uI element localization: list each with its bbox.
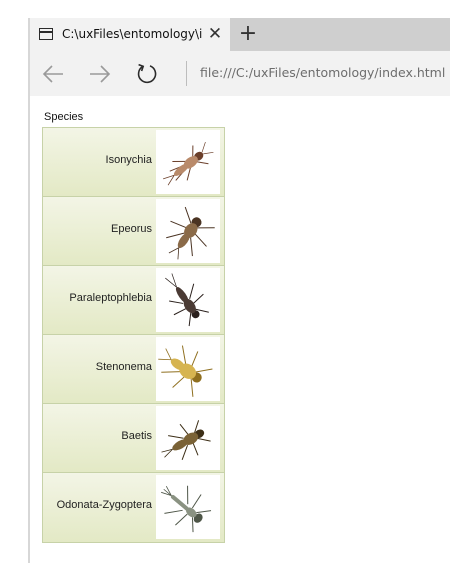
tab-close-icon[interactable]: ✕ <box>206 25 224 43</box>
species-name: Stenonema <box>95 361 152 373</box>
new-tab-button[interactable]: + <box>237 23 259 45</box>
species-name: Odonata-Zygoptera <box>56 499 152 511</box>
arrow-left-icon <box>42 65 63 83</box>
species-name: Baetis <box>121 430 152 442</box>
species-list-label: Species <box>44 111 84 123</box>
browser-tab[interactable]: C:\uxFiles\entomology\i ✕ <box>30 18 230 51</box>
page-content: Species Isonychia Epeorus Paraleptophleb… <box>30 96 450 563</box>
insect-icon <box>161 420 211 461</box>
species-photo <box>156 199 220 263</box>
species-photo <box>156 130 220 194</box>
insect-icon <box>165 273 209 327</box>
species-item-stenonema[interactable]: Stenonema <box>43 335 224 404</box>
address-bar[interactable]: file:///C:/uxFiles/entomology/index.html <box>200 65 445 80</box>
species-photo <box>156 475 220 539</box>
species-name: Isonychia <box>105 154 152 166</box>
species-photo <box>156 406 220 470</box>
insect-icon <box>161 485 212 533</box>
species-item-odonata-zygoptera[interactable]: Odonata-Zygoptera <box>43 473 224 542</box>
page-icon <box>39 28 53 40</box>
refresh-button[interactable] <box>134 61 160 87</box>
species-item-baetis[interactable]: Baetis <box>43 404 224 473</box>
species-item-isonychia[interactable]: Isonychia <box>43 128 224 197</box>
species-item-paraleptophlebia[interactable]: Paraleptophlebia <box>43 266 224 335</box>
species-name: Paraleptophlebia <box>69 292 152 304</box>
navigation-toolbar: file:///C:/uxFiles/entomology/index.html <box>30 51 450 96</box>
address-separator <box>186 61 187 86</box>
species-photo <box>156 337 220 401</box>
insect-icon <box>158 345 213 397</box>
tab-title: C:\uxFiles\entomology\i <box>62 27 202 41</box>
refresh-icon <box>137 63 157 84</box>
species-photo <box>156 268 220 332</box>
arrow-right-icon <box>90 65 111 83</box>
tab-bar: C:\uxFiles\entomology\i ✕ + <box>30 18 450 51</box>
insect-icon <box>166 206 215 260</box>
species-item-epeorus[interactable]: Epeorus <box>43 197 224 266</box>
forward-button[interactable] <box>87 61 113 87</box>
insect-icon <box>163 141 214 186</box>
species-list: Isonychia Epeorus Paraleptophlebia Steno… <box>42 127 225 543</box>
back-button[interactable] <box>40 61 66 87</box>
species-name: Epeorus <box>111 223 152 235</box>
